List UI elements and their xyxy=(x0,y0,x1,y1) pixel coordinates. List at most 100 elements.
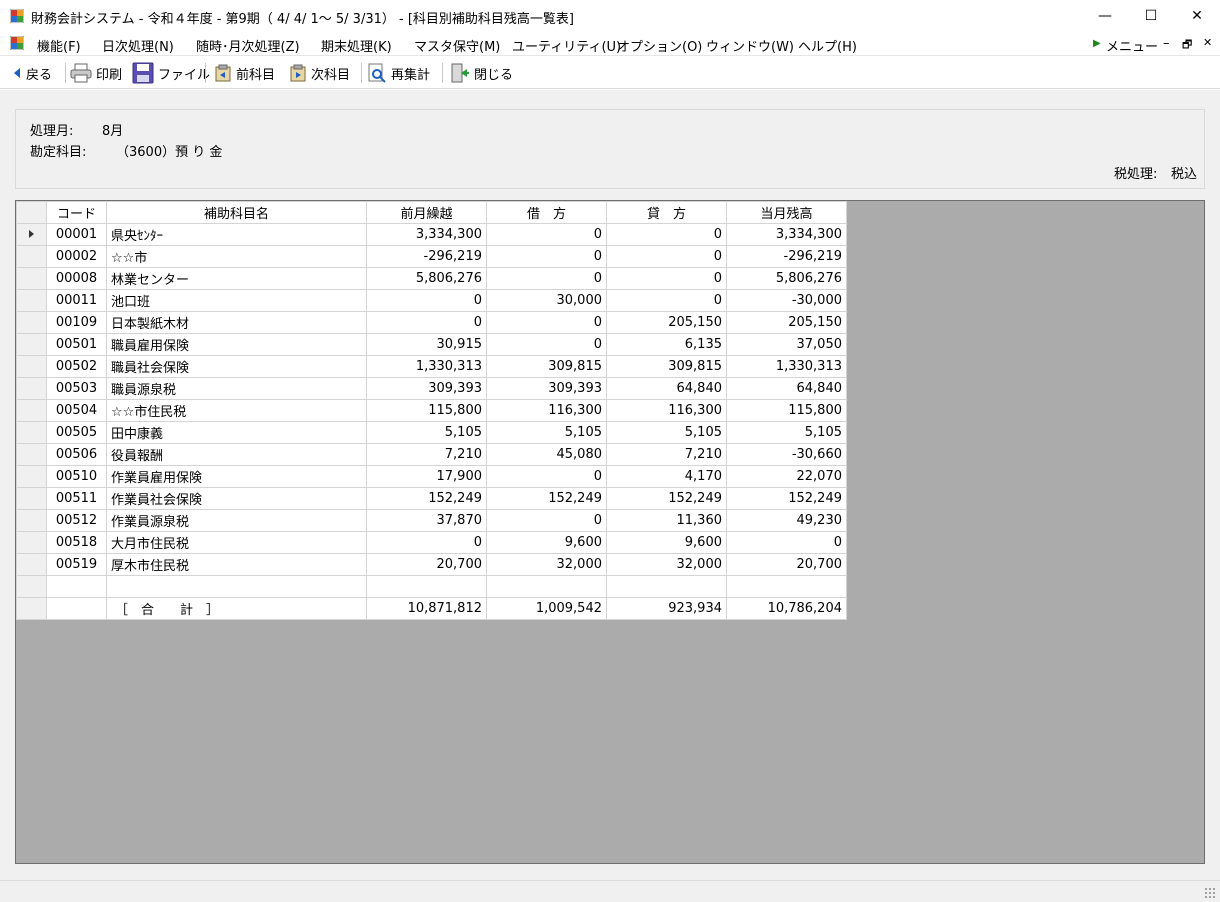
row-header[interactable] xyxy=(16,289,47,312)
table-row-empty[interactable] xyxy=(16,575,847,598)
close-button[interactable]: ✕ xyxy=(1174,0,1220,32)
cell-name[interactable]: 林業センター xyxy=(106,267,367,290)
menu-help[interactable]: ヘルプ(H) xyxy=(798,36,857,55)
table-row[interactable]: 00001 県央ｾﾝﾀｰ 3,334,300 0 0 3,334,300 xyxy=(16,223,847,246)
cell-debit[interactable]: 309,815 xyxy=(486,355,607,378)
cell-debit[interactable]: 0 xyxy=(486,311,607,334)
row-header[interactable] xyxy=(16,465,47,488)
empty-cell[interactable] xyxy=(726,575,847,598)
cell-prev[interactable]: 0 xyxy=(366,531,487,554)
cell-balance[interactable]: 115,800 xyxy=(726,399,847,422)
close-form-button[interactable]: 閉じる xyxy=(450,61,513,85)
next-account-button[interactable]: 次科目 xyxy=(289,61,350,85)
cell-prev[interactable]: 30,915 xyxy=(366,333,487,356)
cell-code[interactable]: 00506 xyxy=(46,443,107,466)
empty-cell[interactable] xyxy=(46,575,107,598)
row-header[interactable] xyxy=(16,399,47,422)
cell-balance[interactable]: 22,070 xyxy=(726,465,847,488)
cell-code[interactable]: 00505 xyxy=(46,421,107,444)
table-row[interactable]: 00002 ☆☆市 -296,219 0 0 -296,219 xyxy=(16,245,847,268)
cell-debit[interactable]: 116,300 xyxy=(486,399,607,422)
cell-credit[interactable]: 152,249 xyxy=(606,487,727,510)
child-minimize-button[interactable]: – xyxy=(1163,36,1170,51)
cell-code[interactable]: 00011 xyxy=(46,289,107,312)
row-header[interactable] xyxy=(16,377,47,400)
table-row[interactable]: 00008 林業センター 5,806,276 0 0 5,806,276 xyxy=(16,267,847,290)
child-restore-button[interactable]: 🗗 xyxy=(1182,36,1192,55)
cell-credit[interactable]: 64,840 xyxy=(606,377,727,400)
column-header-debit[interactable]: 借 方 xyxy=(486,201,607,224)
total-code-cell[interactable] xyxy=(46,597,107,620)
empty-cell[interactable] xyxy=(486,575,607,598)
table-row[interactable]: 00109 日本製紙木材 0 0 205,150 205,150 xyxy=(16,311,847,334)
prev-account-button[interactable]: 前科目 xyxy=(214,61,275,85)
cell-balance[interactable]: 152,249 xyxy=(726,487,847,510)
total-row[interactable]: ［ 合 計 ］ 10,871,812 1,009,542 923,934 10,786,… xyxy=(16,597,847,620)
cell-name[interactable]: 職員雇用保険 xyxy=(106,333,367,356)
column-header-name[interactable]: 補助科目名 xyxy=(106,201,367,224)
row-header[interactable] xyxy=(16,553,47,576)
column-header-prev[interactable]: 前月繰越 xyxy=(366,201,487,224)
total-balance[interactable]: 10,786,204 xyxy=(726,597,847,620)
minimize-button[interactable]: — xyxy=(1082,0,1128,32)
row-header[interactable] xyxy=(16,421,47,444)
cell-name[interactable]: 大月市住民税 xyxy=(106,531,367,554)
cell-prev[interactable]: 1,330,313 xyxy=(366,355,487,378)
row-header[interactable] xyxy=(16,355,47,378)
cell-code[interactable]: 00510 xyxy=(46,465,107,488)
cell-code[interactable]: 00518 xyxy=(46,531,107,554)
row-header[interactable] xyxy=(16,597,47,620)
row-header[interactable] xyxy=(16,333,47,356)
cell-prev[interactable]: 20,700 xyxy=(366,553,487,576)
cell-name[interactable]: 作業員社会保険 xyxy=(106,487,367,510)
table-row[interactable]: 00512 作業員源泉税 37,870 0 11,360 49,230 xyxy=(16,509,847,532)
cell-name[interactable]: 日本製紙木材 xyxy=(106,311,367,334)
cell-balance[interactable]: -30,660 xyxy=(726,443,847,466)
table-row[interactable]: 00503 職員源泉税 309,393 309,393 64,840 64,840 xyxy=(16,377,847,400)
menu-window[interactable]: ウィンドウ(W) xyxy=(706,36,794,55)
cell-code[interactable]: 00502 xyxy=(46,355,107,378)
cell-prev[interactable]: 17,900 xyxy=(366,465,487,488)
cell-name[interactable]: 池口班 xyxy=(106,289,367,312)
cell-credit[interactable]: 309,815 xyxy=(606,355,727,378)
child-window-icon[interactable] xyxy=(10,36,24,50)
cell-prev[interactable]: 309,393 xyxy=(366,377,487,400)
print-button[interactable]: 印刷 xyxy=(70,61,122,85)
cell-prev[interactable]: 0 xyxy=(366,311,487,334)
cell-code[interactable]: 00512 xyxy=(46,509,107,532)
table-row[interactable]: 00502 職員社会保険 1,330,313 309,815 309,815 1,330,… xyxy=(16,355,847,378)
total-debit[interactable]: 1,009,542 xyxy=(486,597,607,620)
cell-balance[interactable]: 3,334,300 xyxy=(726,223,847,246)
cell-debit[interactable]: 0 xyxy=(486,223,607,246)
column-header-credit[interactable]: 貸 方 xyxy=(606,201,727,224)
table-row[interactable]: 00011 池口班 0 30,000 0 -30,000 xyxy=(16,289,847,312)
cell-debit[interactable]: 30,000 xyxy=(486,289,607,312)
cell-debit[interactable]: 152,249 xyxy=(486,487,607,510)
child-close-button[interactable]: ✕ xyxy=(1203,36,1212,49)
menu-daily[interactable]: 日次処理(N) xyxy=(102,36,174,55)
table-row[interactable]: 00501 職員雇用保険 30,915 0 6,135 37,050 xyxy=(16,333,847,356)
cell-debit[interactable]: 0 xyxy=(486,267,607,290)
row-header[interactable] xyxy=(16,223,47,246)
row-header[interactable] xyxy=(16,245,47,268)
cell-credit[interactable]: 0 xyxy=(606,223,727,246)
cell-debit[interactable]: 9,600 xyxy=(486,531,607,554)
file-button[interactable]: ファイル xyxy=(132,61,210,85)
cell-debit[interactable]: 45,080 xyxy=(486,443,607,466)
cell-debit[interactable]: 0 xyxy=(486,465,607,488)
back-button[interactable]: 戻る xyxy=(12,61,52,85)
corner-header[interactable] xyxy=(16,201,47,224)
cell-prev[interactable]: 7,210 xyxy=(366,443,487,466)
table-row[interactable]: 00510 作業員雇用保険 17,900 0 4,170 22,070 xyxy=(16,465,847,488)
table-row[interactable]: 00511 作業員社会保険 152,249 152,249 152,249 152,249 xyxy=(16,487,847,510)
cell-credit[interactable]: 6,135 xyxy=(606,333,727,356)
cell-code[interactable]: 00511 xyxy=(46,487,107,510)
row-header[interactable] xyxy=(16,443,47,466)
cell-debit[interactable]: 5,105 xyxy=(486,421,607,444)
row-header[interactable] xyxy=(16,509,47,532)
table-row[interactable]: 00504 ☆☆市住民税 115,800 116,300 116,300 115,800 xyxy=(16,399,847,422)
cell-balance[interactable]: 20,700 xyxy=(726,553,847,576)
cell-credit[interactable]: 32,000 xyxy=(606,553,727,576)
cell-name[interactable]: 県央ｾﾝﾀｰ xyxy=(106,223,367,246)
row-header[interactable] xyxy=(16,311,47,334)
